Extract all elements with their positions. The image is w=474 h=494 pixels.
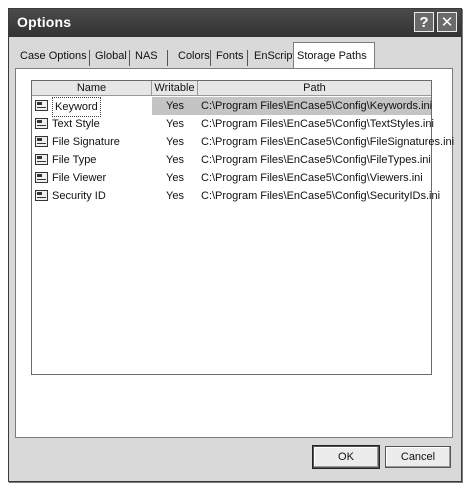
table-row[interactable]: File Type Yes C:\Program Files\EnCase5\C… (32, 151, 431, 169)
table-row[interactable]: Keyword Yes C:\Program Files\EnCase5\Con… (32, 97, 432, 117)
tab-separator (167, 50, 168, 66)
table-row[interactable]: File Signature Yes C:\Program Files\EnCa… (32, 133, 455, 151)
tab-separator (247, 50, 248, 66)
row-writable: Yes (166, 136, 184, 148)
table-row[interactable]: Text Style Yes C:\Program Files\EnCase5\… (32, 115, 434, 133)
options-dialog: Options ? ✕ Case Options Global NAS Colo… (8, 8, 462, 482)
row-name: File Type (52, 154, 97, 166)
row-path: C:\Program Files\EnCase5\Config\FileType… (201, 154, 431, 166)
tab-case-options[interactable]: Case Options (17, 47, 90, 67)
row-writable: Yes (152, 97, 198, 115)
row-path: C:\Program Files\EnCase5\Config\Security… (201, 190, 441, 202)
tab-separator (210, 50, 211, 66)
config-file-icon (35, 100, 48, 111)
config-file-icon (35, 190, 48, 201)
config-file-icon (35, 118, 48, 129)
column-header-writable[interactable]: Writable (152, 81, 198, 95)
row-path: C:\Program Files\EnCase5\Config\Keywords… (198, 97, 432, 115)
row-writable: Yes (166, 154, 184, 166)
tab-nas[interactable]: NAS (132, 47, 161, 67)
config-file-icon (35, 172, 48, 183)
row-writable: Yes (166, 172, 184, 184)
row-writable: Yes (166, 118, 184, 130)
row-name: Text Style (52, 118, 100, 130)
tab-colors[interactable]: Colors (175, 47, 213, 67)
table-row[interactable]: Security ID Yes C:\Program Files\EnCase5… (32, 187, 441, 205)
row-path: C:\Program Files\EnCase5\Config\Viewers.… (201, 172, 423, 184)
row-path: C:\Program Files\EnCase5\Config\FileSign… (201, 136, 455, 148)
config-file-icon (35, 154, 48, 165)
config-file-icon (35, 136, 48, 147)
table-row[interactable]: File Viewer Yes C:\Program Files\EnCase5… (32, 169, 431, 187)
close-icon: ✕ (440, 14, 454, 31)
cancel-button[interactable]: Cancel (385, 446, 451, 468)
help-icon: ? (419, 13, 429, 31)
row-name: Security ID (52, 190, 106, 202)
tab-strip: Case Options Global NAS Colors Fonts EnS… (15, 42, 455, 69)
storage-paths-list[interactable]: Name Writable Path Keyword Yes C:\Progra… (31, 80, 455, 375)
list-header: Name Writable Path (32, 81, 431, 96)
tab-separator (129, 50, 130, 66)
row-path: C:\Program Files\EnCase5\Config\TextStyl… (201, 118, 434, 130)
tab-storage-paths[interactable]: Storage Paths (293, 42, 375, 69)
tab-separator (89, 50, 90, 66)
row-name: File Viewer (52, 172, 107, 184)
row-writable: Yes (166, 190, 184, 202)
help-button[interactable]: ? (414, 12, 434, 32)
tab-global[interactable]: Global (92, 47, 130, 67)
storage-paths-panel: Name Writable Path Keyword Yes C:\Progra… (15, 68, 455, 438)
tab-fonts[interactable]: Fonts (213, 47, 247, 67)
column-header-path[interactable]: Path (198, 81, 431, 95)
row-name: Keyword (52, 97, 101, 117)
column-header-name[interactable]: Name (32, 81, 152, 95)
dialog-title: Options (17, 14, 72, 30)
tab-enscript[interactable]: EnScript (251, 47, 299, 67)
close-button[interactable]: ✕ (437, 12, 457, 32)
title-bar[interactable]: Options ? ✕ (9, 9, 461, 37)
row-name: File Signature (52, 136, 120, 148)
ok-button[interactable]: OK (312, 445, 380, 469)
